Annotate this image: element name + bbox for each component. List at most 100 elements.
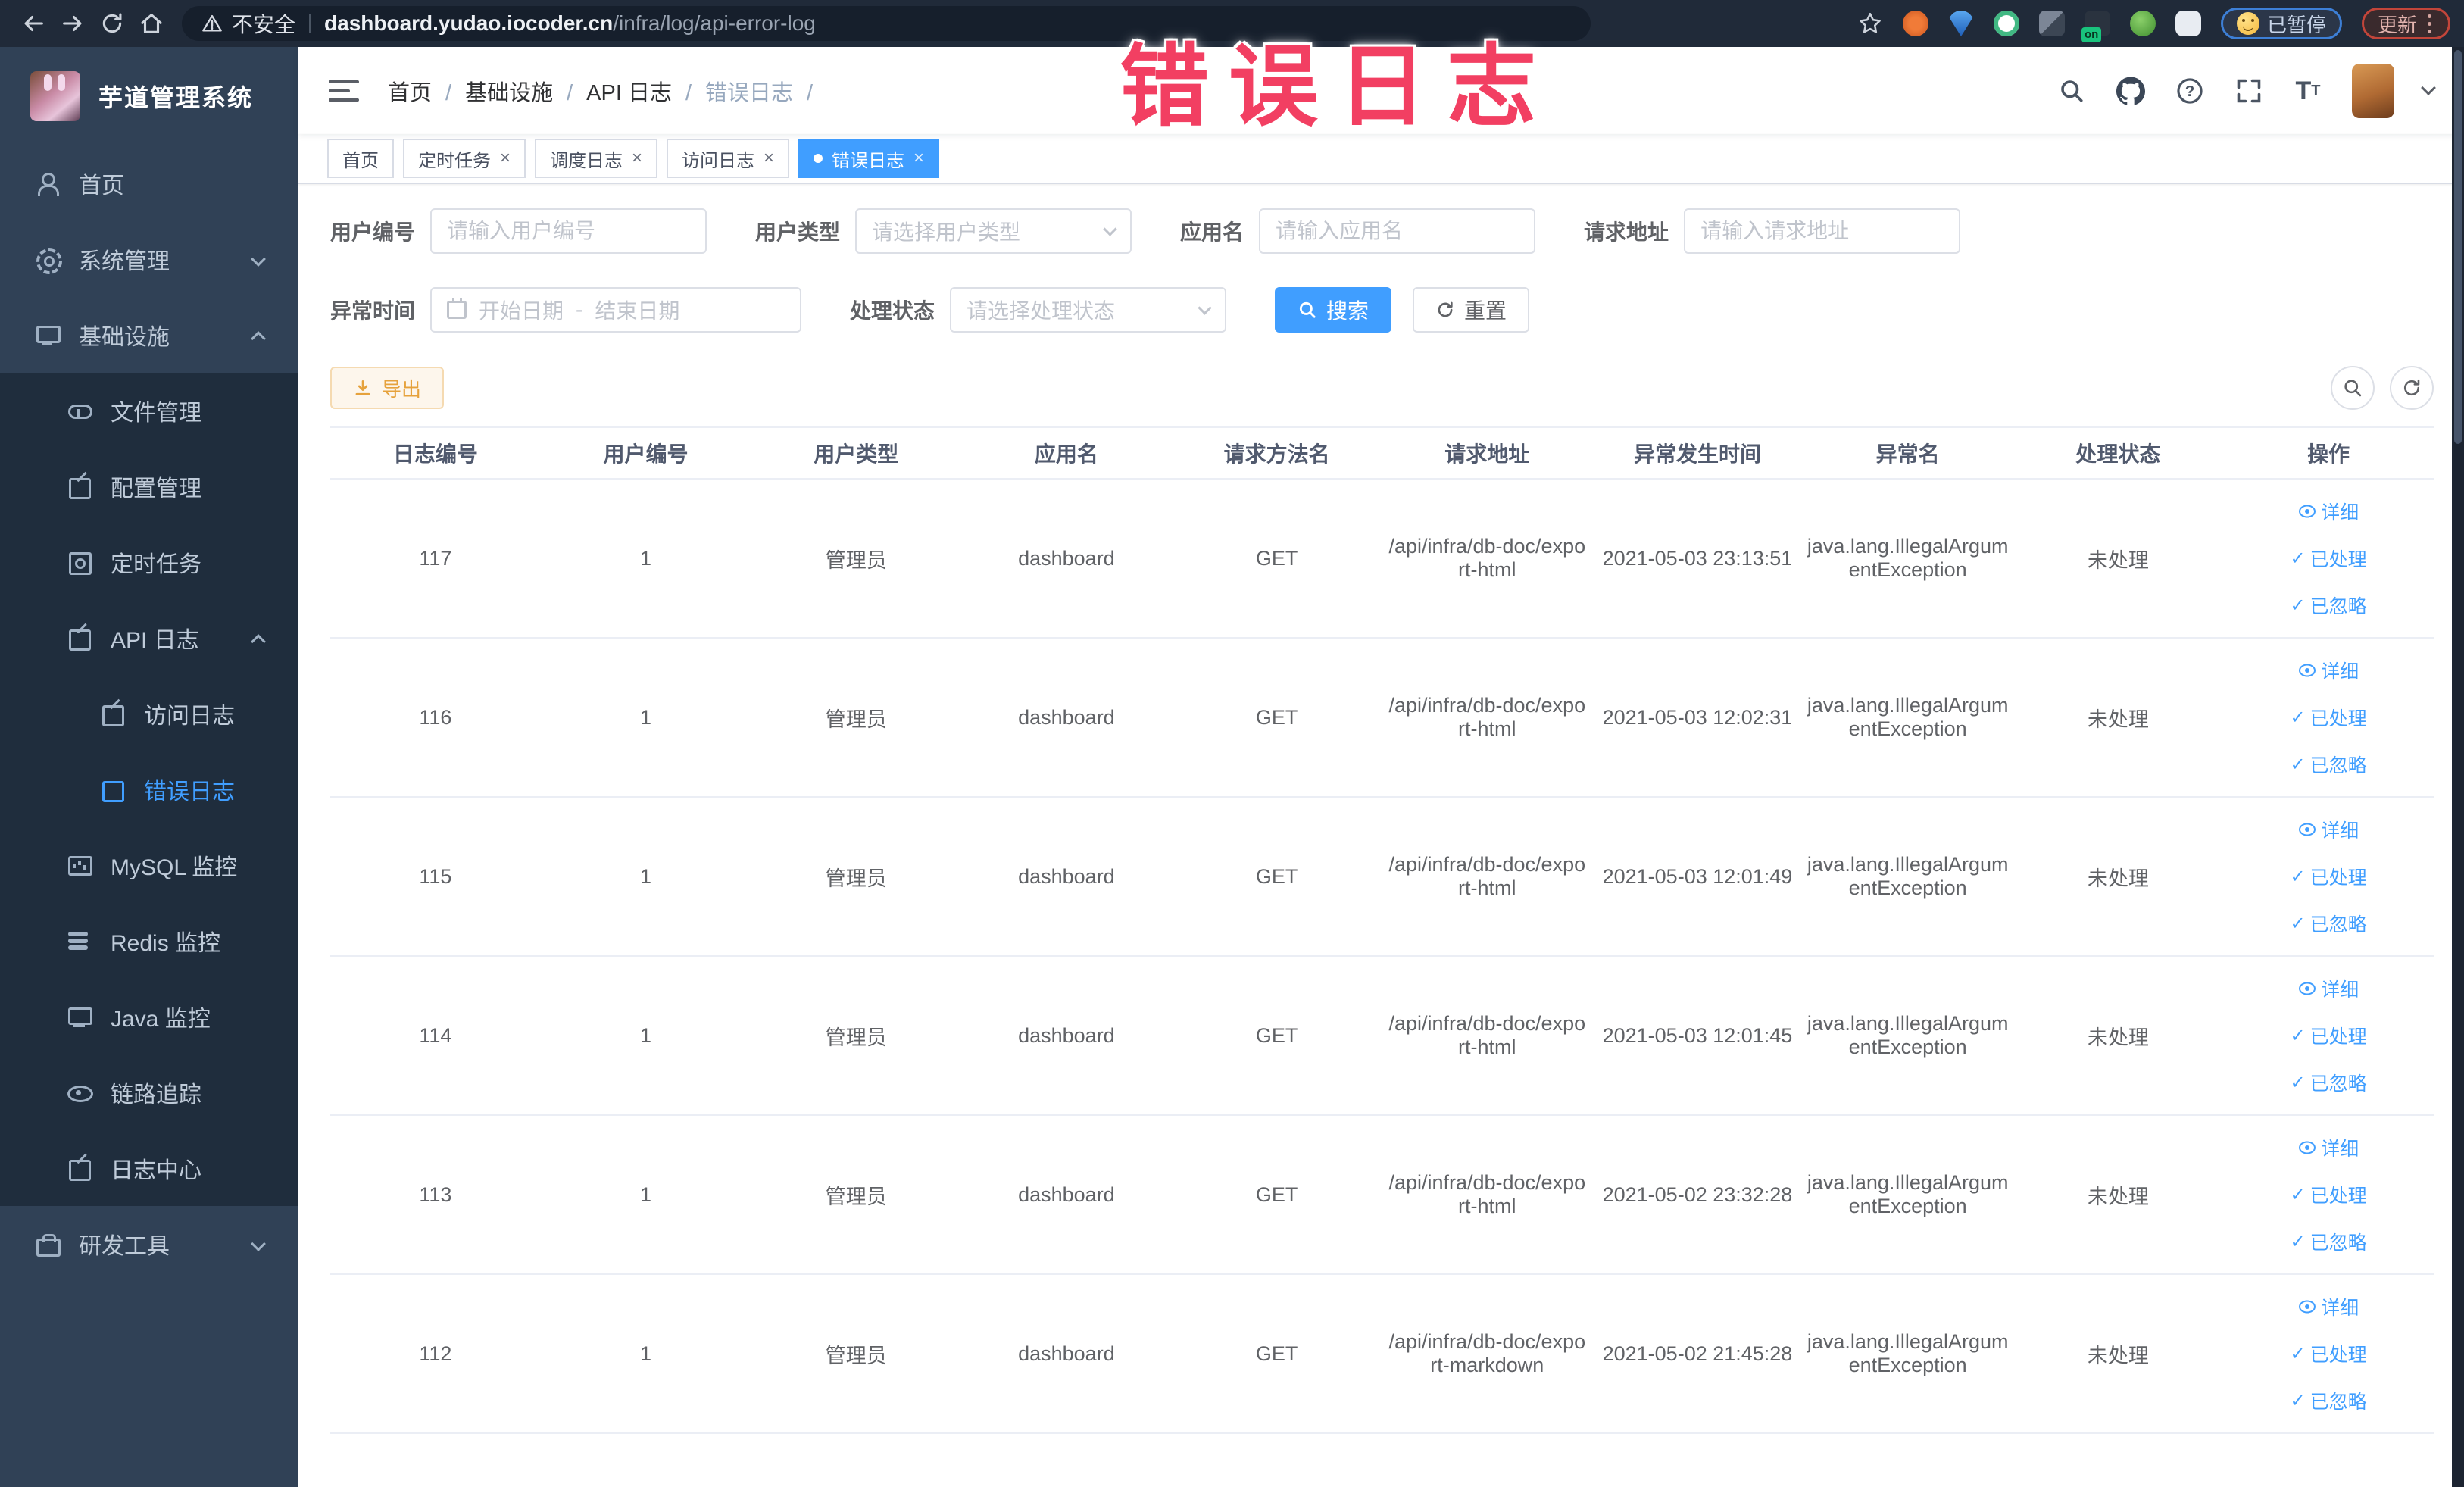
mark-ignored-link[interactable]: ✓ 已忽略 — [2291, 1228, 2367, 1255]
scrollbar-thumb[interactable] — [2454, 50, 2462, 444]
check-icon: ✓ — [2290, 1025, 2306, 1046]
browser-home-button[interactable] — [132, 4, 171, 43]
browser-back-button[interactable] — [14, 4, 53, 43]
mark-ignored-link[interactable]: ✓ 已忽略 — [2291, 1069, 2367, 1096]
sidebar-item[interactable]: 系统管理 — [0, 221, 298, 297]
tab[interactable]: 首页 × — [327, 139, 394, 178]
app-name-input[interactable] — [1259, 208, 1536, 254]
profile-sync-paused-badge[interactable]: 已暂停 — [2220, 8, 2342, 39]
user-id-input[interactable] — [430, 208, 707, 254]
extension-icon-grid[interactable] — [2038, 11, 2065, 36]
close-tab-icon[interactable]: × — [913, 149, 924, 167]
sidebar-item[interactable]: 日志中心 — [0, 1130, 298, 1206]
exception-time-range-picker[interactable]: 开始日期 - 结束日期 — [430, 287, 802, 333]
mark-processed-link[interactable]: ✓ 已处理 — [2291, 863, 2367, 890]
cell-method: GET — [1171, 1274, 1382, 1434]
mark-ignored-link[interactable]: ✓ 已忽略 — [2291, 1387, 2367, 1414]
browser-reload-button[interactable] — [92, 4, 132, 43]
mark-processed-link[interactable]: ✓ 已处理 — [2291, 545, 2367, 572]
tab[interactable]: 错误日志 × — [798, 139, 940, 178]
request-url-input[interactable] — [1684, 208, 1961, 254]
mark-processed-link[interactable]: ✓ 已处理 — [2291, 1022, 2367, 1049]
toggle-search-button[interactable] — [2331, 366, 2375, 410]
app-logo[interactable]: 芋道管理系统 — [0, 47, 298, 145]
user-avatar[interactable] — [2352, 63, 2394, 118]
close-tab-icon[interactable]: × — [632, 149, 642, 167]
sidebar-item[interactable]: API 日志 — [0, 600, 298, 676]
detail-link[interactable]: 详细 — [2298, 816, 2359, 843]
tab[interactable]: 访问日志 × — [667, 139, 790, 178]
gear-icon — [35, 247, 62, 274]
table-row[interactable]: 113 1 管理员 dashboard GET /api/infra/db-do… — [330, 1115, 2434, 1275]
detail-link[interactable]: 详细 — [2298, 657, 2359, 684]
sidebar-item[interactable]: 文件管理 — [0, 373, 298, 448]
table-row[interactable]: 117 1 管理员 dashboard GET /api/infra/db-do… — [330, 479, 2434, 639]
sidebar-item[interactable]: 基础设施 — [0, 297, 298, 373]
extension-icon-switch[interactable]: on — [2081, 11, 2110, 42]
detail-link[interactable]: 详细 — [2298, 1293, 2359, 1320]
font-size-icon[interactable]: TT — [2293, 76, 2323, 106]
extension-icon-green[interactable] — [2129, 11, 2156, 36]
mark-processed-link[interactable]: ✓ 已处理 — [2291, 1340, 2367, 1367]
cell-method: GET — [1171, 638, 1382, 798]
breadcrumb-item[interactable]: 首页 / — [388, 75, 465, 107]
address-bar[interactable]: 不安全 dashboard.yudao.iocoder.cn/infra/log… — [182, 6, 1591, 41]
extension-icon-blue-shield[interactable] — [1947, 11, 1974, 36]
table-row[interactable]: 115 1 管理员 dashboard GET /api/infra/db-do… — [330, 797, 2434, 957]
sidebar-item[interactable]: 定时任务 — [0, 524, 298, 600]
column-header: 用户类型 — [751, 426, 962, 480]
browser-forward-button[interactable] — [53, 4, 92, 43]
search-button[interactable]: 搜索 — [1275, 287, 1392, 333]
sidebar-item[interactable]: 研发工具 — [0, 1206, 298, 1282]
table-row[interactable]: 114 1 管理员 dashboard GET /api/infra/db-do… — [330, 956, 2434, 1116]
sidebar-item[interactable]: 首页 — [0, 145, 298, 221]
mark-processed-link[interactable]: ✓ 已处理 — [2291, 1181, 2367, 1208]
breadcrumb-item[interactable]: 基础设施 / — [465, 75, 586, 107]
mark-ignored-link[interactable]: ✓ 已忽略 — [2291, 751, 2367, 778]
reset-button[interactable]: 重置 — [1413, 287, 1530, 333]
breadcrumb-item[interactable]: API 日志 / — [586, 75, 705, 107]
hamburger-icon[interactable] — [329, 78, 359, 104]
chart-icon — [67, 853, 92, 877]
mark-ignored-link[interactable]: ✓ 已忽略 — [2291, 592, 2367, 619]
check-icon: ✓ — [2290, 1072, 2306, 1093]
table-row[interactable]: 112 1 管理员 dashboard GET /api/infra/db-do… — [330, 1274, 2434, 1434]
browser-update-menu-button[interactable]: 更新 — [2361, 8, 2450, 39]
close-tab-icon[interactable]: × — [764, 149, 774, 167]
table-row[interactable]: 116 1 管理员 dashboard GET /api/infra/db-do… — [330, 638, 2434, 798]
sidebar-item[interactable]: MySQL 监控 — [0, 827, 298, 903]
detail-link[interactable]: 详细 — [2298, 1134, 2359, 1161]
fullscreen-icon[interactable] — [2234, 76, 2264, 106]
github-icon[interactable] — [2116, 76, 2146, 106]
help-icon[interactable]: ? — [2175, 76, 2205, 106]
user-type-select[interactable]: 请选择用户类型 — [855, 208, 1132, 254]
search-icon[interactable] — [2056, 76, 2087, 106]
bookmark-star-icon[interactable] — [1857, 11, 1883, 36]
tab[interactable]: 定时任务 × — [403, 139, 526, 178]
detail-link[interactable]: 详细 — [2298, 498, 2359, 525]
sidebar-item[interactable]: Redis 监控 — [0, 903, 298, 979]
refresh-button[interactable] — [2390, 366, 2434, 410]
detail-link[interactable]: 详细 — [2298, 975, 2359, 1002]
sidebar-item[interactable]: 链路追踪 — [0, 1054, 298, 1130]
sidebar-item[interactable]: 配置管理 — [0, 448, 298, 524]
extension-icon-vue[interactable] — [1993, 11, 2019, 36]
sidebar-item[interactable]: Java 监控 — [0, 979, 298, 1054]
close-tab-icon[interactable]: × — [500, 149, 511, 167]
insecure-warning-icon[interactable] — [201, 13, 223, 34]
extensions-puzzle-icon[interactable] — [2175, 11, 2201, 36]
tab[interactable]: 调度日志 × — [535, 139, 658, 178]
export-button[interactable]: 导出 — [330, 367, 445, 409]
avatar-dropdown-caret-icon[interactable] — [2421, 80, 2436, 95]
mark-ignored-link[interactable]: ✓ 已忽略 — [2291, 910, 2367, 937]
sidebar-item[interactable]: 访问日志 — [0, 676, 298, 751]
java-icon — [67, 1004, 92, 1029]
breadcrumb-item[interactable]: 错误日志 / — [705, 75, 826, 107]
svg-text:?: ? — [2185, 83, 2195, 100]
sidebar-menu: 首页 系统管理 基础设施 文件管理 配置管理 定时任务 API 日志 访问日志 … — [0, 145, 298, 1282]
extension-icon-orange[interactable] — [1902, 11, 1928, 36]
process-status-select[interactable]: 请选择处理状态 — [950, 287, 1227, 333]
mark-processed-link[interactable]: ✓ 已处理 — [2291, 704, 2367, 731]
sidebar-item[interactable]: 错误日志 — [0, 751, 298, 827]
page-scrollbar[interactable] — [2452, 47, 2464, 1487]
